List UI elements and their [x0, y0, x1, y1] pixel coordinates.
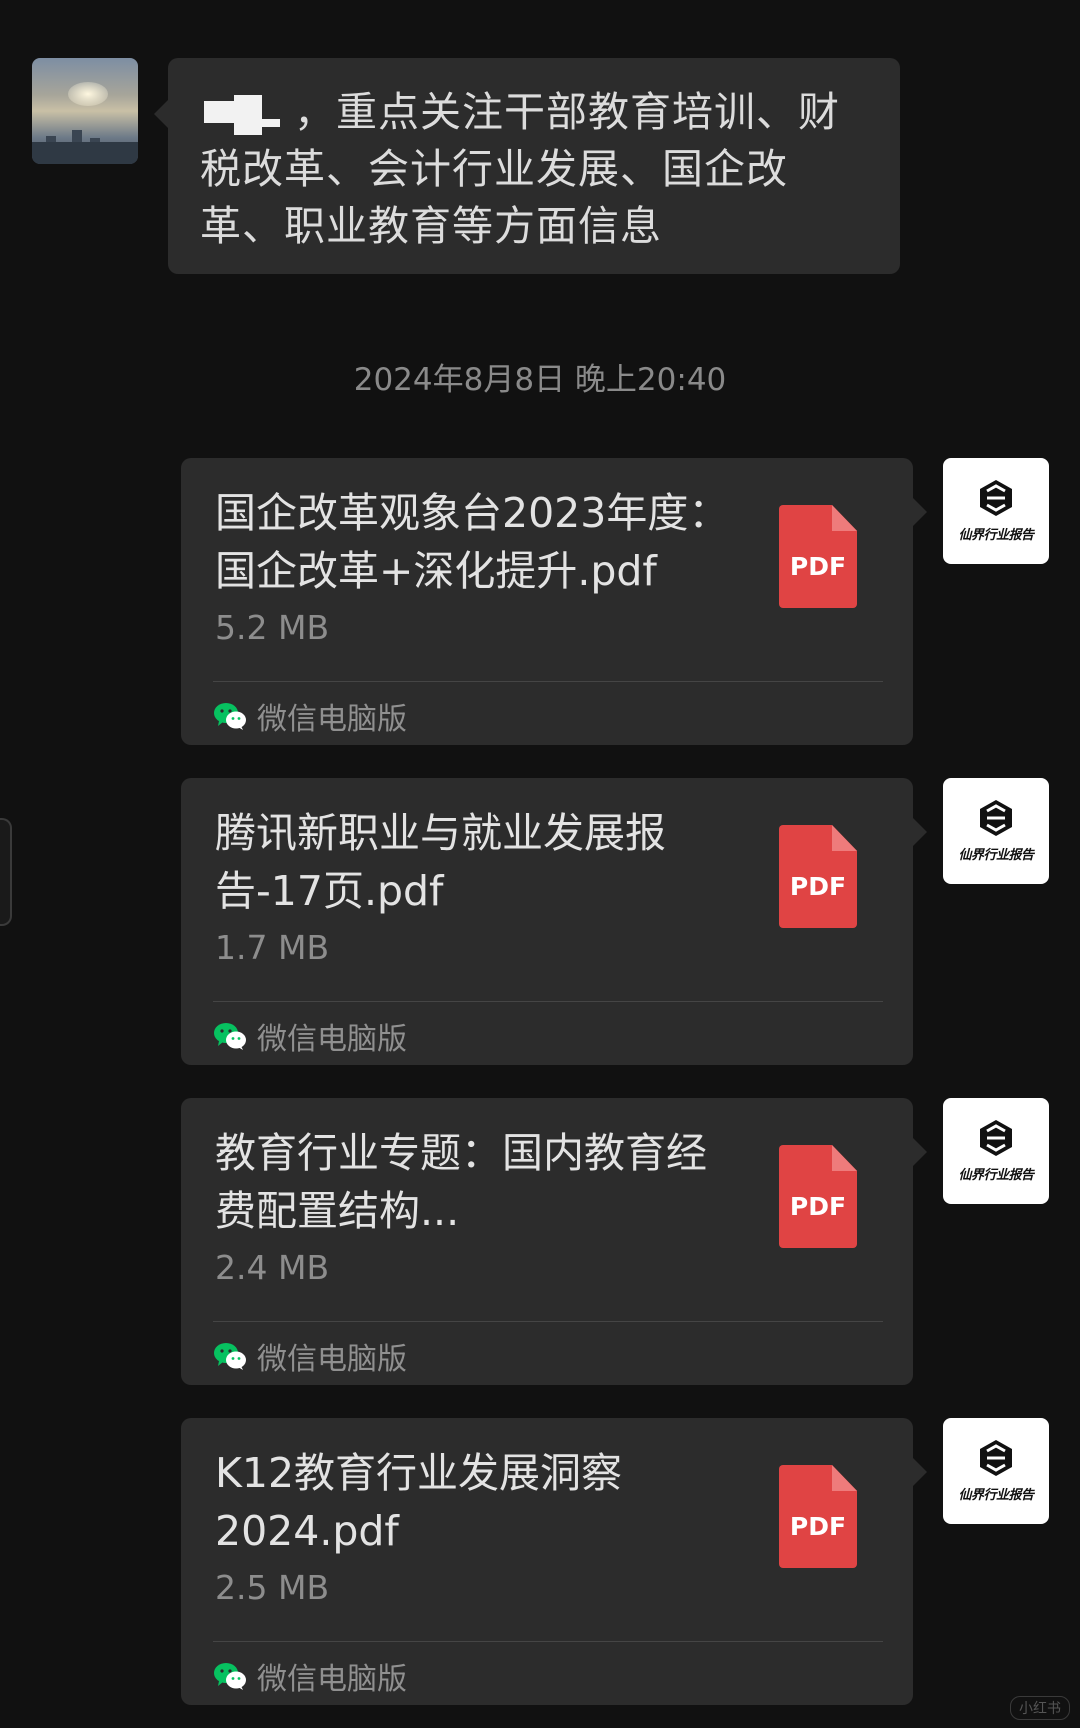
- avatar-brand-text: 仙界行业报告: [958, 848, 1034, 863]
- cube-logo-icon: [980, 1440, 1012, 1476]
- wechat-icon: [214, 1023, 246, 1050]
- file-size: 5.2 MB: [215, 608, 330, 647]
- incoming-message-text: ，重点关注干部教育培训、财税改革、会计行业发展、国企改革、职业教育等方面信息: [200, 88, 840, 250]
- divider: [213, 681, 883, 682]
- message-source: 微信电脑版: [213, 1654, 407, 1698]
- sender-avatar[interactable]: 仙界行业报告: [943, 1418, 1049, 1524]
- file-message-card[interactable]: 腾讯新职业与就业发展报告-17页.pdf 1.7 MB PDF 微信电脑版: [181, 778, 927, 1065]
- avatar-brand-text: 仙界行业报告: [958, 528, 1034, 543]
- file-size: 2.5 MB: [215, 1568, 330, 1607]
- source-label: 微信电脑版: [257, 1662, 407, 1697]
- side-drawer-handle[interactable]: [0, 818, 12, 926]
- cube-logo-icon: [980, 480, 1012, 516]
- sender-avatar[interactable]: 仙界行业报告: [943, 778, 1049, 884]
- source-label: 微信电脑版: [257, 1342, 407, 1377]
- sender-avatar[interactable]: 仙界行业报告: [943, 1098, 1049, 1204]
- file-message-card[interactable]: K12教育行业发展洞察2024.pdf 2.5 MB PDF 微信电脑版: [181, 1418, 927, 1705]
- pdf-icon-label: PDF: [789, 1192, 847, 1221]
- file-name: 教育行业专题：国内教育经费配置结构...: [215, 1129, 707, 1235]
- file-name: 腾讯新职业与就业发展报告-17页.pdf: [215, 809, 666, 915]
- source-label: 微信电脑版: [257, 702, 407, 737]
- cube-logo-icon: [980, 1120, 1012, 1156]
- divider: [213, 1001, 883, 1002]
- avatar-brand-text: 仙界行业报告: [958, 1168, 1034, 1183]
- message-source: 微信电脑版: [213, 1334, 407, 1378]
- sender-avatar[interactable]: 仙界行业报告: [943, 458, 1049, 564]
- file-name: 国企改革观象台2023年度：国企改革+深化提升.pdf: [215, 489, 730, 595]
- pdf-icon-label: PDF: [789, 872, 847, 901]
- contact-avatar[interactable]: [32, 58, 138, 164]
- wechat-icon: [214, 1663, 246, 1690]
- pdf-icon-label: PDF: [789, 1512, 847, 1541]
- source-label: 微信电脑版: [257, 1022, 407, 1057]
- file-message-card[interactable]: 国企改革观象台2023年度：国企改革+深化提升.pdf 5.2 MB PDF 微…: [181, 458, 927, 745]
- file-size: 2.4 MB: [215, 1248, 330, 1287]
- message-source: 微信电脑版: [213, 1014, 407, 1058]
- wechat-icon: [214, 703, 246, 730]
- divider: [213, 1321, 883, 1322]
- chat-screen: ，重点关注干部教育培训、财税改革、会计行业发展、国企改革、职业教育等方面信息 2…: [0, 0, 1080, 1728]
- wechat-icon: [214, 1343, 246, 1370]
- file-message-card[interactable]: 教育行业专题：国内教育经费配置结构... 2.4 MB PDF 微信电脑版: [181, 1098, 927, 1385]
- chat-timestamp: 2024年8月8日 晚上20:40: [353, 362, 727, 398]
- message-source: 微信电脑版: [213, 694, 407, 738]
- file-size: 1.7 MB: [215, 928, 330, 967]
- file-name: K12教育行业发展洞察2024.pdf: [215, 1449, 623, 1555]
- incoming-message-bubble[interactable]: ，重点关注干部教育培训、财税改革、会计行业发展、国企改革、职业教育等方面信息: [154, 58, 900, 274]
- divider: [213, 1641, 883, 1642]
- pdf-icon-label: PDF: [789, 552, 847, 581]
- watermark: 小红书: [1010, 1696, 1070, 1720]
- redacted-name: [200, 95, 288, 135]
- avatar-brand-text: 仙界行业报告: [958, 1488, 1034, 1503]
- cube-logo-icon: [980, 800, 1012, 836]
